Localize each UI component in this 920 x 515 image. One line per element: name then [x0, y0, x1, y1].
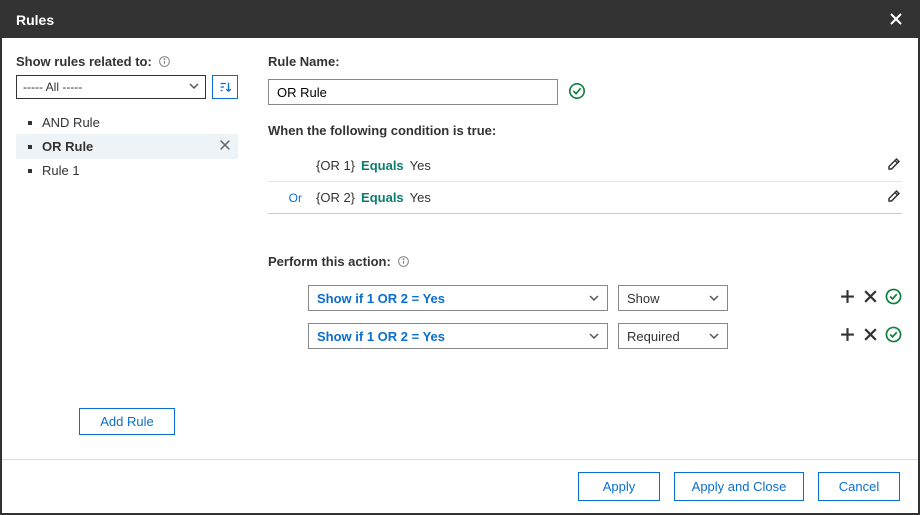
- remove-rule-icon[interactable]: [218, 138, 232, 155]
- action-type-select[interactable]: Required: [618, 323, 728, 349]
- rule-name-row: [268, 79, 902, 105]
- condition-conj: Or: [268, 191, 310, 205]
- info-icon[interactable]: [397, 255, 410, 268]
- action-icons: [839, 326, 902, 346]
- condition-op: Equals: [361, 190, 404, 205]
- rule-item-and[interactable]: AND Rule: [16, 111, 238, 134]
- rule-item-label: Rule 1: [42, 163, 80, 178]
- bullet-icon: [28, 145, 32, 149]
- action-row: Show if 1 OR 2 = Yes Required: [268, 317, 902, 355]
- chevron-down-icon: [189, 80, 199, 94]
- action-header-text: Perform this action:: [268, 254, 391, 269]
- apply-close-button[interactable]: Apply and Close: [674, 472, 804, 501]
- x-icon[interactable]: [862, 288, 879, 308]
- filter-select-value: ----- All -----: [23, 80, 82, 94]
- action-type-value: Show: [627, 291, 660, 306]
- edit-icon[interactable]: [886, 188, 902, 207]
- rules-dialog: Rules Show rules related to: ----- All -…: [0, 0, 920, 515]
- action-target-value: Show if 1 OR 2 = Yes: [317, 329, 445, 344]
- dialog-header: Rules: [2, 2, 918, 38]
- action-type-select[interactable]: Show: [618, 285, 728, 311]
- action-row: Show if 1 OR 2 = Yes Show: [268, 279, 902, 317]
- filter-label: Show rules related to:: [16, 54, 238, 69]
- action-target-select[interactable]: Show if 1 OR 2 = Yes: [308, 323, 608, 349]
- rule-name-label: Rule Name:: [268, 54, 902, 69]
- info-icon[interactable]: [158, 55, 171, 68]
- action-target-select[interactable]: Show if 1 OR 2 = Yes: [308, 285, 608, 311]
- add-rule-button[interactable]: Add Rule: [79, 408, 174, 435]
- sort-button[interactable]: [212, 75, 238, 99]
- conditions: {OR 1} Equals Yes Or {OR 2} Equals Yes: [268, 150, 902, 214]
- cancel-button[interactable]: Cancel: [818, 472, 900, 501]
- left-panel: Show rules related to: ----- All -----: [2, 38, 252, 459]
- dialog-footer: Apply Apply and Close Cancel: [2, 459, 918, 513]
- rule-item-1[interactable]: Rule 1: [16, 159, 238, 182]
- bullet-icon: [28, 169, 32, 173]
- close-icon[interactable]: [888, 11, 904, 30]
- dialog-body: Show rules related to: ----- All -----: [2, 38, 918, 459]
- plus-icon[interactable]: [839, 288, 856, 308]
- filter-select[interactable]: ----- All -----: [16, 75, 206, 99]
- rule-item-label: OR Rule: [42, 139, 93, 154]
- rule-name-input[interactable]: [268, 79, 558, 105]
- action-header: Perform this action:: [268, 254, 902, 269]
- action-type-value: Required: [627, 329, 680, 344]
- x-icon[interactable]: [862, 326, 879, 346]
- condition-field: {OR 2}: [316, 190, 355, 205]
- filter-label-text: Show rules related to:: [16, 54, 152, 69]
- chevron-down-icon: [709, 329, 719, 344]
- condition-op: Equals: [361, 158, 404, 173]
- edit-icon[interactable]: [886, 156, 902, 175]
- condition-val: Yes: [410, 190, 431, 205]
- dialog-title: Rules: [16, 12, 54, 28]
- condition-header: When the following condition is true:: [268, 123, 902, 138]
- plus-icon[interactable]: [839, 326, 856, 346]
- rule-item-label: AND Rule: [42, 115, 100, 130]
- filter-row: ----- All -----: [16, 75, 238, 99]
- bullet-icon: [28, 121, 32, 125]
- action-target-value: Show if 1 OR 2 = Yes: [317, 291, 445, 306]
- rule-item-or[interactable]: OR Rule: [16, 134, 238, 159]
- condition-row: Or {OR 2} Equals Yes: [268, 182, 902, 214]
- chevron-down-icon: [589, 291, 599, 306]
- add-rule-wrap: Add Rule: [16, 388, 238, 445]
- action-icons: [839, 288, 902, 308]
- check-circle-icon[interactable]: [885, 326, 902, 346]
- condition-val: Yes: [410, 158, 431, 173]
- rule-list: AND Rule OR Rule Rule 1: [16, 111, 238, 182]
- check-circle-icon[interactable]: [885, 288, 902, 308]
- chevron-down-icon: [589, 329, 599, 344]
- chevron-down-icon: [709, 291, 719, 306]
- apply-button[interactable]: Apply: [578, 472, 660, 501]
- valid-check-icon: [568, 82, 586, 103]
- condition-field: {OR 1}: [316, 158, 355, 173]
- condition-row: {OR 1} Equals Yes: [268, 150, 902, 182]
- right-panel: Rule Name: When the following condition …: [252, 38, 918, 459]
